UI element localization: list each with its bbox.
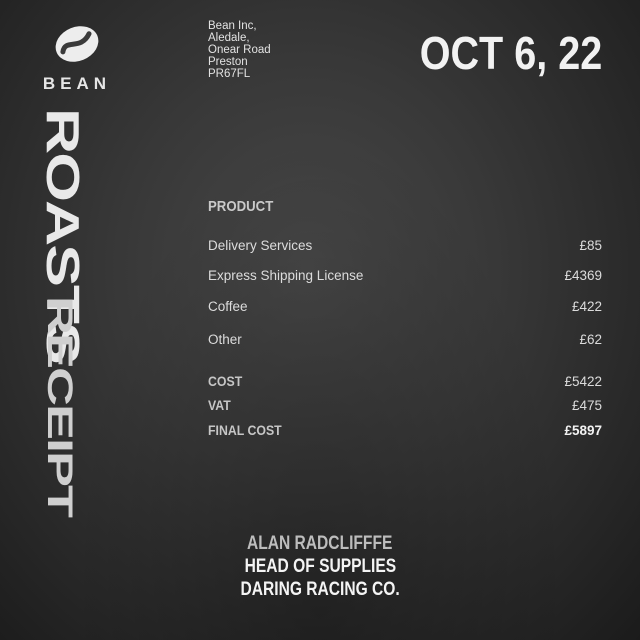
address-line: Bean Inc, xyxy=(208,20,257,32)
receipt-date: OCT 6, 22 xyxy=(419,27,602,79)
company-address: Bean Inc, Aledale, Onear Road Preston PR… xyxy=(208,20,271,80)
signatory-title-line: HEAD OF SUPPLIES xyxy=(0,556,640,578)
final-cost-row: FINAL COST £5897 xyxy=(208,420,602,440)
signatory-company: DARING RACING CO. xyxy=(240,579,400,600)
line-item-amount: £62 xyxy=(579,331,602,347)
vat-amount: £475 xyxy=(571,397,602,413)
product-heading: PRODUCT xyxy=(208,198,274,215)
address-line: PR67FL xyxy=(208,68,251,80)
final-cost-label: FINAL COST xyxy=(208,422,282,438)
cost-row: COST £5422 xyxy=(208,371,602,391)
line-item: Delivery Services £85 xyxy=(208,235,602,255)
coffee-bean-icon xyxy=(55,26,99,62)
vat-label: VAT xyxy=(208,397,231,413)
signatory-name: ALAN RADCLIFFFE xyxy=(247,533,393,554)
line-item: Express Shipping License £4369 xyxy=(208,265,602,285)
address-line: Preston xyxy=(208,56,248,68)
line-item-amount: £85 xyxy=(579,237,602,253)
signatory-title: HEAD OF SUPPLIES xyxy=(244,556,396,577)
line-item-label: Other xyxy=(208,331,242,347)
signatory-name-line: ALAN RADCLIFFFE xyxy=(0,533,640,555)
vat-row: VAT £475 xyxy=(208,395,602,415)
cost-label: COST xyxy=(208,373,243,389)
line-item-label: Coffee xyxy=(208,298,248,314)
signatory-company-line: DARING RACING CO. xyxy=(0,579,640,601)
cost-amount: £5422 xyxy=(564,373,602,389)
line-item-label: Delivery Services xyxy=(208,237,313,253)
receipt-page: BEAN ROASTS RECEIPT Bean Inc, Aledale, O… xyxy=(0,0,640,640)
address-line: Onear Road xyxy=(208,44,271,56)
receipt-vertical-label: RECEIPT xyxy=(40,296,80,517)
brand-word: BEAN xyxy=(42,74,112,93)
line-item: Other £62 xyxy=(208,329,602,349)
line-item-amount: £4369 xyxy=(564,267,602,283)
address-line: Aledale, xyxy=(208,32,250,44)
line-item-amount: £422 xyxy=(571,298,602,314)
final-cost-amount: £5897 xyxy=(564,422,602,438)
line-item: Coffee £422 xyxy=(208,296,602,316)
line-item-label: Express Shipping License xyxy=(208,267,364,283)
